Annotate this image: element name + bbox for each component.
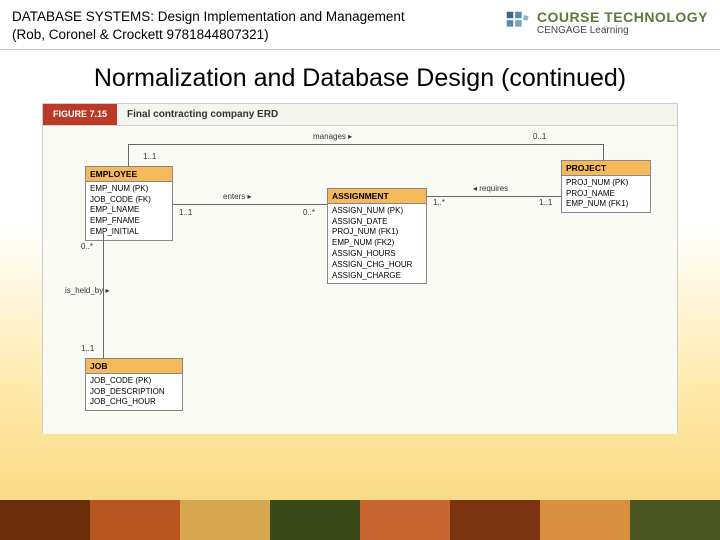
card-proj-mgr: 0..1 [533,132,546,141]
card-emp-assign: 1..1 [179,208,192,217]
card-assign-proj: 1..* [433,198,445,207]
brand-name: COURSE TECHNOLOGY [537,9,708,25]
entity-job-name: JOB [86,359,182,374]
card-job-emp: 1..1 [81,344,94,353]
attr: EMP_LNAME [90,205,168,216]
attr: JOB_CODE (FK) [90,195,168,206]
entity-employee: EMPLOYEE EMP_NUM (PK) JOB_CODE (FK) EMP_… [85,166,173,241]
entity-project-name: PROJECT [562,161,650,176]
figure-caption: Final contracting company ERD [117,104,288,125]
attr: PROJ_NUM (PK) [566,178,646,189]
rel-manages: manages ▸ [313,132,352,141]
card-emp-job: 0..* [81,242,93,251]
attr: EMP_NUM (PK) [90,184,168,195]
line-manages-l [128,144,129,166]
attr: EMP_INITIAL [90,227,168,238]
erd-diagram: EMPLOYEE EMP_NUM (PK) JOB_CODE (FK) EMP_… [43,126,677,434]
attr: PROJ_NAME [566,189,646,200]
line-manages-l2 [128,144,173,145]
line-manages-r [603,144,604,160]
attr: JOB_CHG_HOUR [90,397,178,408]
attr: ASSIGN_DATE [332,217,422,228]
rel-enters: enters ▸ [223,192,251,201]
line-requires [427,196,561,197]
card-proj-assign: 1..1 [539,198,552,207]
entity-project: PROJECT PROJ_NUM (PK) PROJ_NAME EMP_NUM … [561,160,651,213]
figure-header: FIGURE 7.15 Final contracting company ER… [43,104,677,126]
entity-employee-name: EMPLOYEE [86,167,172,182]
line-manages [173,144,561,145]
publisher-brand: COURSE TECHNOLOGY CENGAGE Learning [503,8,708,36]
slide-header: DATABASE SYSTEMS: Design Implementation … [0,0,720,50]
figure-container: FIGURE 7.15 Final contracting company ER… [42,103,678,433]
attr: PROJ_NUM (FK1) [332,227,422,238]
page-title: Normalization and Database Design (conti… [0,50,720,103]
attr: EMP_NUM (FK2) [332,238,422,249]
attr: JOB_DESCRIPTION [90,387,178,398]
book-reference: DATABASE SYSTEMS: Design Implementation … [12,8,432,43]
entity-assignment-name: ASSIGNMENT [328,189,426,204]
attr: ASSIGN_CHARGE [332,271,422,282]
attr: ASSIGN_HOURS [332,249,422,260]
card-emp-mgr: 1..1 [143,152,156,161]
rel-isheldby: is_held_by ▸ [65,286,110,295]
attr: ASSIGN_NUM (PK) [332,206,422,217]
brand-subtitle: CENGAGE Learning [537,25,708,36]
entity-assignment: ASSIGNMENT ASSIGN_NUM (PK) ASSIGN_DATE P… [327,188,427,285]
brand-logo-icon [503,8,531,36]
attr: JOB_CODE (PK) [90,376,178,387]
line-enters [173,204,327,205]
attr: EMP_FNAME [90,216,168,227]
rel-requires: ◂ requires [473,184,508,193]
footer-decoration [0,500,720,540]
card-assign-emp: 0..* [303,208,315,217]
entity-job: JOB JOB_CODE (PK) JOB_DESCRIPTION JOB_CH… [85,358,183,411]
line-isheldby [103,234,104,358]
line-manages-r2 [561,144,604,145]
figure-number: FIGURE 7.15 [43,104,117,125]
attr: EMP_NUM (FK1) [566,199,646,210]
attr: ASSIGN_CHG_HOUR [332,260,422,271]
